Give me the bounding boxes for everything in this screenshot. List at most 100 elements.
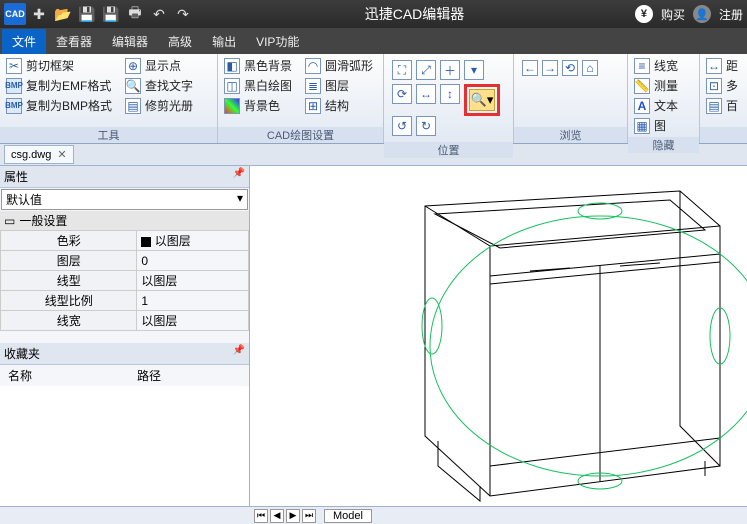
lineweight-button[interactable]: ≡线宽 (632, 56, 695, 75)
rotate-right-icon[interactable]: ↻ (416, 116, 436, 136)
buy-button[interactable]: 购买 (661, 6, 685, 23)
image-button[interactable]: ▦图 (632, 116, 695, 135)
tab-file[interactable]: 文件 (2, 29, 46, 54)
copy-emf-button[interactable]: BMP复制为EMF格式 (4, 76, 114, 95)
model-tab-bar: ⏮ ◀ ▶ ⏭ Model (0, 506, 747, 524)
document-name: csg.dwg (11, 149, 51, 161)
group-position-label: 位置 (384, 142, 513, 158)
prev-tab-icon[interactable]: ◀ (270, 509, 284, 523)
cut-frame-button[interactable]: ✂剪切框架 (4, 56, 114, 75)
zoom-refresh-icon[interactable]: ⟳ (392, 84, 412, 104)
col-path: 路径 (137, 367, 161, 384)
app-title: 迅捷CAD编辑器 (194, 4, 635, 24)
new-icon[interactable]: ✚ (28, 3, 50, 25)
register-button[interactable]: 注册 (719, 6, 743, 23)
nav-right-icon[interactable]: → (542, 60, 558, 76)
emf-icon: BMP (6, 78, 22, 94)
group-cad-label: CAD绘图设置 (218, 127, 383, 143)
nav-left-icon[interactable]: ← (522, 60, 538, 76)
prop-value[interactable]: 1 (137, 291, 249, 311)
multi-button[interactable]: ⊡多 (704, 76, 743, 95)
tab-viewer[interactable]: 查看器 (46, 29, 102, 54)
chevron-down-icon: ▾ (237, 191, 243, 208)
drawing-viewport[interactable] (250, 166, 747, 506)
col-name: 名称 (0, 367, 137, 384)
zoom-window-icon[interactable]: ⛶ (392, 60, 412, 80)
next-tab-icon[interactable]: ▶ (286, 509, 300, 523)
group-tools-label: 工具 (0, 127, 217, 143)
pin-icon[interactable]: 📌 (233, 168, 245, 185)
close-icon[interactable]: ✕ (57, 148, 66, 161)
zoom-find-icon: 🔍▾ (469, 89, 495, 111)
properties-title: 属性 (4, 168, 28, 185)
points-icon: ⊕ (125, 58, 141, 74)
layers-button[interactable]: ≣图层 (303, 76, 375, 95)
find-text-button[interactable]: 🔍查找文字 (123, 76, 195, 95)
table-row: 线型以图层 (1, 271, 249, 291)
general-section-header[interactable]: ▭一般设置 (0, 211, 249, 230)
fit-height-icon[interactable]: ↕ (440, 84, 460, 104)
trim-icon: ▤ (125, 98, 141, 114)
text-button[interactable]: A文本 (632, 96, 695, 115)
last-tab-icon[interactable]: ⏭ (302, 509, 316, 523)
pin-icon[interactable]: 📌 (233, 345, 245, 362)
table-row: 线型比例1 (1, 291, 249, 311)
trim-button[interactable]: ▤修剪光册 (123, 96, 195, 115)
selection-combo[interactable]: 默认值▾ (1, 189, 248, 210)
undo-icon[interactable]: ↶ (148, 3, 170, 25)
prop-value[interactable]: 以图层 (137, 311, 249, 331)
fit-width-icon[interactable]: ↔ (416, 84, 436, 104)
distance-button[interactable]: ↔距 (704, 56, 743, 75)
tab-output[interactable]: 输出 (202, 29, 246, 54)
zoom-in-icon[interactable]: ＋ (440, 60, 460, 80)
group-hide-label: 隐藏 (628, 137, 699, 153)
measure-button[interactable]: 📏测量 (632, 76, 695, 95)
tab-editor[interactable]: 编辑器 (102, 29, 158, 54)
table-row: 图层0 (1, 251, 249, 271)
prop-value[interactable]: 0 (137, 251, 249, 271)
nav-rotate-icon[interactable]: ⟲ (562, 60, 578, 76)
zoom-dropdown-icon[interactable]: ▾ (464, 60, 484, 80)
ribbon: ✂剪切框架 BMP复制为EMF格式 BMP复制为BMP格式 ⊕显示点 🔍查找文字… (0, 54, 747, 144)
model-tab[interactable]: Model (324, 509, 372, 523)
favorites-title: 收藏夹 (4, 345, 40, 362)
image-icon: ▦ (634, 118, 650, 134)
smooth-arc-button[interactable]: ◠圆滑弧形 (303, 56, 375, 75)
prop-value[interactable]: 以图层 (137, 231, 249, 251)
bgcolor-icon (224, 98, 240, 114)
tab-advanced[interactable]: 高级 (158, 29, 202, 54)
show-points-button[interactable]: ⊕显示点 (123, 56, 195, 75)
bmp-icon: BMP (6, 98, 22, 114)
save-icon[interactable]: 💾 (76, 3, 98, 25)
first-tab-icon[interactable]: ⏮ (254, 509, 268, 523)
document-tab[interactable]: csg.dwg ✕ (4, 145, 74, 164)
table-row: 色彩 以图层 (1, 231, 249, 251)
ribbon-tabs: 文件 查看器 编辑器 高级 输出 VIP功能 (0, 28, 747, 54)
zoom-extents-icon[interactable]: ⤢ (416, 60, 436, 80)
collapse-icon: ▭ (4, 214, 15, 228)
bg-color-button[interactable]: 背景色 (222, 96, 294, 115)
properties-table: 色彩 以图层 图层0 线型以图层 线型比例1 线宽以图层 (0, 230, 249, 331)
structure-button[interactable]: ⊞结构 (303, 96, 375, 115)
nav-home-icon[interactable]: ⌂ (582, 60, 598, 76)
find-icon: 🔍 (125, 78, 141, 94)
redo-icon[interactable]: ↷ (172, 3, 194, 25)
rotate-left-icon[interactable]: ↺ (392, 116, 412, 136)
copy-bmp-button[interactable]: BMP复制为BMP格式 (4, 96, 114, 115)
tab-vip[interactable]: VIP功能 (246, 29, 309, 54)
app-logo-icon[interactable]: CAD (4, 3, 26, 25)
quick-access-toolbar: CAD ✚ 📂 💾 💾 🖶 ↶ ↷ (4, 3, 194, 25)
highlighted-zoom-button[interactable]: 🔍▾ (464, 84, 500, 116)
saveall-icon[interactable]: 💾 (100, 3, 122, 25)
currency-icon: ¥ (635, 5, 653, 23)
open-icon[interactable]: 📂 (52, 3, 74, 25)
print-icon[interactable]: 🖶 (124, 3, 146, 25)
percent-icon: ▤ (706, 98, 722, 114)
measure-icon: 📏 (634, 78, 650, 94)
prop-value[interactable]: 以图层 (137, 271, 249, 291)
user-icon: 👤 (693, 5, 711, 23)
black-bg-button[interactable]: ◧黑色背景 (222, 56, 294, 75)
percent-button[interactable]: ▤百 (704, 96, 743, 115)
bw-draw-button[interactable]: ◫黑白绘图 (222, 76, 294, 95)
arc-icon: ◠ (305, 58, 321, 74)
